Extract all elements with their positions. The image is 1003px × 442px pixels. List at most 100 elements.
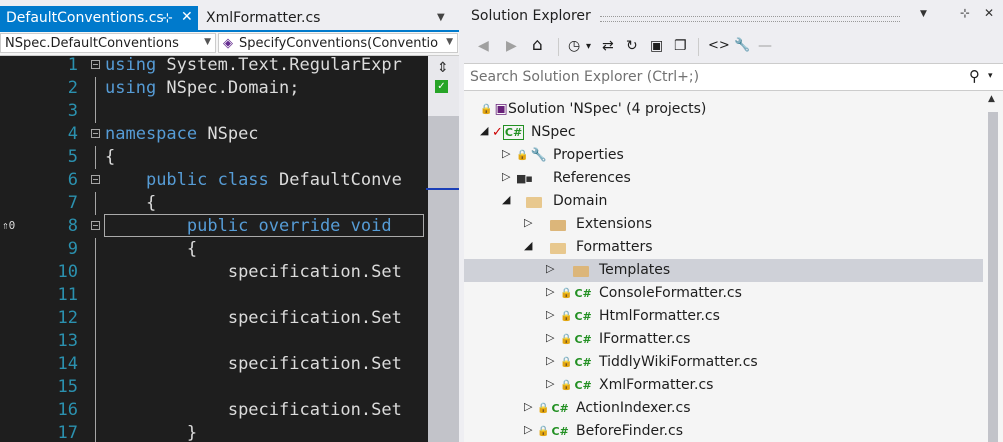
chevron-down-icon[interactable]: ▾: [586, 41, 591, 52]
pin-icon[interactable]: ⊹: [960, 6, 970, 20]
collapse-arrow-icon[interactable]: ◢: [502, 193, 510, 206]
close-icon[interactable]: ✕: [984, 6, 994, 20]
tree-item[interactable]: ▷ 🔒 C# IFormatter.cs: [464, 328, 983, 351]
member-dropdown[interactable]: ◈ SpecifyConventions(Conventio ▼: [218, 33, 458, 53]
csharp-file-icon: 🔒 C#: [560, 354, 592, 370]
chevron-down-icon: ▼: [204, 37, 211, 47]
collapse-outline-icon[interactable]: [91, 60, 100, 69]
reference-count-marker[interactable]: ⇑0: [2, 219, 15, 232]
expand-arrow-icon[interactable]: ▷: [524, 400, 532, 413]
tree-vertical-scrollbar[interactable]: ▲: [983, 92, 1003, 442]
expand-arrow-icon[interactable]: ▷: [546, 331, 554, 344]
tree-item[interactable]: ▷ 🔒 C# XmlFormatter.cs: [464, 374, 983, 397]
code-line: 4 namespace NSpec: [0, 123, 428, 146]
code-text-area[interactable]: 1 using System.Text.RegularExpr 2 using NSp…: [0, 56, 428, 442]
type-dropdown[interactable]: NSpec.DefaultConventions ▼: [0, 33, 216, 53]
tab-label: DefaultConventions.cs: [6, 10, 164, 26]
tree-item[interactable]: ▷ 🔒 C# HtmlFormatter.cs: [464, 305, 983, 328]
tree-item[interactable]: ◢ Domain: [464, 190, 983, 213]
scroll-up-icon[interactable]: ▲: [988, 94, 995, 104]
sync-icon[interactable]: ⇄: [602, 38, 614, 54]
tree-item-label: References: [553, 170, 631, 186]
close-icon[interactable]: ✕: [181, 9, 193, 25]
search-input[interactable]: [470, 67, 950, 87]
search-icon[interactable]: ⚲: [969, 67, 980, 85]
properties-icon: 🔒 🔧: [516, 147, 547, 163]
preview-icon[interactable]: —: [758, 38, 772, 54]
code-text: {: [105, 192, 156, 215]
expand-arrow-icon[interactable]: ▷: [546, 354, 554, 367]
tree-item[interactable]: ◢ ✓ C# NSpec: [464, 121, 983, 144]
code-line: 12 specification.Set: [0, 307, 428, 330]
tree-item[interactable]: ▷ 🔒 C# ActionIndexer.cs: [464, 397, 983, 420]
tree-item[interactable]: ▷ Templates: [464, 259, 983, 282]
editor-vertical-scrollbar[interactable]: ⇕ ✓: [426, 56, 459, 442]
tree-item[interactable]: ▷ 🔒 C# ConsoleFormatter.cs: [464, 282, 983, 305]
collapse-outline-icon[interactable]: [91, 175, 100, 184]
expand-arrow-icon[interactable]: ▷: [546, 262, 554, 275]
collapse-all-icon[interactable]: ▣: [650, 38, 663, 54]
pin-icon[interactable]: ⊹: [162, 11, 173, 26]
csharp-file-icon: 🔒 C#: [560, 285, 592, 301]
line-number: 6: [67, 170, 78, 190]
checked-out-icon: ✓: [492, 124, 503, 140]
tree-item-label: NSpec: [531, 124, 576, 140]
tab-xml-formatter[interactable]: XmlFormatter.cs: [198, 6, 408, 30]
expand-arrow-icon[interactable]: ▷: [502, 147, 510, 160]
view-code-icon[interactable]: <>: [708, 38, 730, 53]
chevron-down-icon: ▼: [446, 37, 453, 47]
line-number: 16: [57, 400, 78, 420]
split-window-icon[interactable]: ⇕: [437, 60, 449, 76]
expand-arrow-icon[interactable]: ▷: [524, 216, 532, 229]
expand-arrow-icon[interactable]: ▷: [524, 423, 532, 436]
csharp-badge: C#: [574, 332, 592, 346]
collapse-arrow-icon[interactable]: ◢: [524, 239, 532, 252]
csharp-badge: C#: [574, 286, 592, 300]
collapse-arrow-icon[interactable]: ◢: [480, 124, 488, 137]
line-number: 10: [57, 262, 78, 282]
show-all-files-icon[interactable]: ❐: [674, 38, 687, 54]
collapse-outline-icon[interactable]: [91, 129, 100, 138]
expand-arrow-icon[interactable]: ▷: [546, 308, 554, 321]
code-text: specification.Set: [105, 307, 402, 330]
tree-item[interactable]: ▷ ■▪ References: [464, 167, 983, 190]
home-icon[interactable]: ⌂: [532, 35, 543, 55]
code-token: System.Text.RegularExpr: [156, 56, 402, 75]
tree-item-label: HtmlFormatter.cs: [599, 308, 720, 324]
properties-wrench-icon[interactable]: 🔧: [734, 38, 750, 53]
tab-overflow-dropdown-icon[interactable]: ▼: [437, 12, 445, 23]
back-icon[interactable]: ◀: [478, 38, 489, 54]
tree-item[interactable]: ◢ Formatters: [464, 236, 983, 259]
expand-arrow-icon[interactable]: ▷: [502, 170, 510, 183]
refresh-icon[interactable]: ↻: [626, 38, 638, 54]
expand-arrow-icon[interactable]: ▷: [546, 285, 554, 298]
line-number: 11: [57, 285, 78, 305]
window-position-dropdown-icon[interactable]: ▼: [920, 9, 927, 19]
line-number: 12: [57, 308, 78, 328]
title-grip[interactable]: [600, 16, 900, 22]
folder-shape: [550, 219, 566, 231]
tree-item[interactable]: ▷ 🔒 C# TiddlyWikiFormatter.cs: [464, 351, 983, 374]
search-options-chevron-icon[interactable]: ▾: [988, 71, 993, 81]
tree-item[interactable]: ▷ Extensions: [464, 213, 983, 236]
expand-arrow-icon[interactable]: ▷: [546, 377, 554, 390]
tree-item[interactable]: 🔒 ▣ Solution 'NSpec' (4 projects): [464, 98, 983, 121]
member-dropdown-value: SpecifyConventions(Conventio: [239, 35, 439, 51]
forward-icon[interactable]: ▶: [506, 38, 517, 54]
code-line: 1 using System.Text.RegularExpr: [0, 56, 428, 77]
csharp-file-icon: 🔒 C#: [560, 331, 592, 347]
history-icon[interactable]: ◷: [568, 38, 580, 54]
line-number: 5: [67, 147, 78, 167]
outline-guide: [95, 238, 96, 261]
tab-default-conventions[interactable]: DefaultConventions.cs ⊹ ✕: [0, 6, 198, 30]
csharp-project-icon: ✓ C#: [492, 124, 525, 140]
collapse-outline-icon[interactable]: [91, 221, 100, 230]
scroll-thumb[interactable]: [988, 112, 998, 442]
tree-item[interactable]: ▷ 🔒 🔧 Properties: [464, 144, 983, 167]
line-number: 7: [67, 193, 78, 213]
folder-shape: [573, 265, 589, 277]
tree-item[interactable]: ▷ 🔒 C# BeforeFinder.cs: [464, 420, 983, 442]
scroll-thumb[interactable]: [428, 116, 459, 442]
code-line: 17 }: [0, 422, 428, 442]
